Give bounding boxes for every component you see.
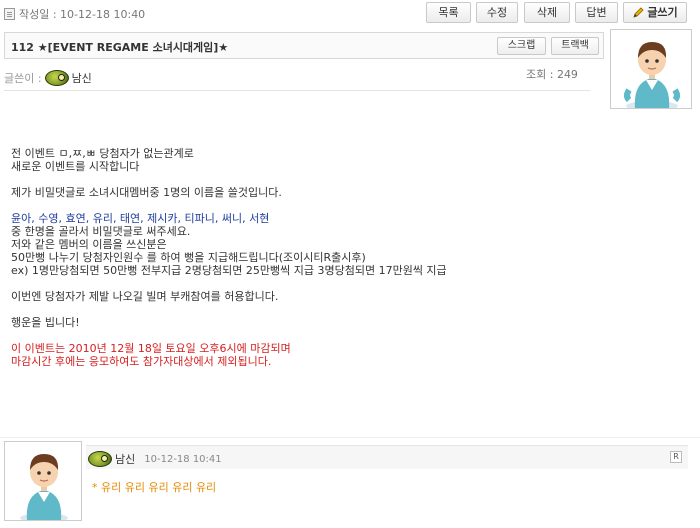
author-prefix: 글쓴이 : bbox=[4, 72, 42, 85]
body-line: 새로운 이벤트를 시작합니다 bbox=[11, 160, 140, 173]
body-line: 전 이벤트 ㅁ,ㅉ,ㅃ 당첨자가 없는관계로 bbox=[11, 147, 194, 160]
comment-author-avatar[interactable] bbox=[4, 441, 82, 521]
post-title: 112 ★[EVENT REGAME 소녀시대게임]★ bbox=[11, 41, 229, 54]
divider bbox=[4, 90, 590, 91]
avatar-character-image bbox=[5, 442, 81, 520]
comment-text: * 유리 유리 유리 유리 유리 bbox=[92, 481, 217, 494]
document-icon bbox=[4, 8, 15, 20]
body-line: ex) 1명만당첨되면 50만뻥 전부지급 2명당첨되면 25만뻥씩 지급 3명… bbox=[11, 264, 447, 277]
trackback-button[interactable]: 트랙백 bbox=[551, 37, 599, 55]
list-button[interactable]: 목록 bbox=[426, 2, 471, 23]
post-date-label: 작성일 : 10-12-18 10:40 bbox=[19, 8, 146, 21]
view-count: 조회 : 249 bbox=[526, 68, 578, 81]
author-avatar[interactable] bbox=[610, 29, 692, 109]
scrap-button[interactable]: 스크랩 bbox=[497, 37, 546, 55]
body-line: 제가 비밀댓글로 소녀시대멤버중 1명의 이름을 쓸것입니다. bbox=[11, 186, 282, 199]
deadline-notice-line: 이 이벤트는 2010년 12월 18일 토요일 오후6시에 마감되며 bbox=[11, 342, 291, 355]
member-level-icon bbox=[44, 70, 69, 86]
delete-button[interactable]: 삭제 bbox=[524, 2, 570, 23]
top-bar: 작성일 : 10-12-18 10:40 목록 수정 삭제 답변 글쓰기 bbox=[0, 0, 700, 27]
body-line: 중 한명을 골라서 비밀댓글로 써주세요. bbox=[11, 225, 191, 238]
write-button-label: 글쓰기 bbox=[647, 6, 678, 19]
pencil-icon bbox=[633, 6, 644, 18]
body-line: 행운을 빕니다! bbox=[11, 316, 80, 329]
comment-reply-button[interactable]: R bbox=[670, 451, 682, 463]
author-name[interactable]: 남신 bbox=[72, 70, 92, 86]
post-title-bar: 112 ★[EVENT REGAME 소녀시대게임]★ 스크랩 트랙백 bbox=[4, 32, 604, 59]
edit-button[interactable]: 수정 bbox=[476, 2, 518, 23]
comment-date: 10-12-18 10:41 bbox=[144, 453, 222, 465]
body-line: 50만뻥 나누기 당첨자인원수 를 하여 뻥을 지급해드립니다(조이시티R출시후… bbox=[11, 251, 366, 264]
deadline-notice-line: 마감시간 후에는 응모하여도 참가자대상에서 제외됩니다. bbox=[11, 355, 272, 368]
comment-divider bbox=[0, 437, 700, 438]
post-author: 글쓴이 : 남신 bbox=[4, 70, 92, 86]
body-line: 이번엔 당첨자가 제발 나오길 빌며 부캐참여를 허용합니다. bbox=[11, 290, 279, 303]
comment-header: 남신 10-12-18 10:41 R bbox=[86, 445, 688, 469]
write-button[interactable]: 글쓰기 bbox=[623, 2, 687, 23]
member-names-line: 윤아, 수영, 효연, 유리, 태연, 제시카, 티파니, 써니, 서현 bbox=[11, 212, 270, 225]
comment-author: 남신 10-12-18 10:41 bbox=[88, 451, 222, 467]
body-line: 저와 같은 멤버의 이름을 쓰신분은 bbox=[11, 238, 167, 251]
member-level-icon bbox=[88, 451, 112, 467]
comment-author-name[interactable]: 남신 bbox=[115, 451, 135, 467]
reply-button[interactable]: 답변 bbox=[575, 2, 618, 23]
avatar-character-image bbox=[611, 30, 691, 108]
post-body: 전 이벤트 ㅁ,ㅉ,ㅃ 당첨자가 없는관계로 새로운 이벤트를 시작합니다 제가… bbox=[11, 147, 601, 368]
post-date: 작성일 : 10-12-18 10:40 bbox=[4, 6, 145, 22]
